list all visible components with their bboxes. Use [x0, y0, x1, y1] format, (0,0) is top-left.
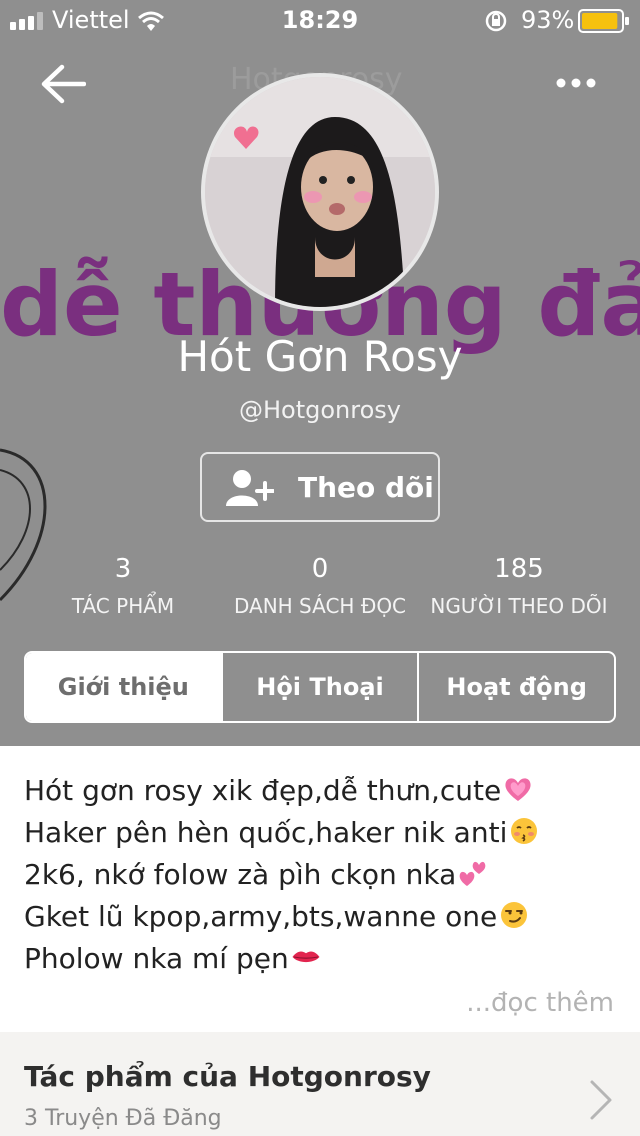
add-user-icon — [226, 470, 274, 506]
battery-percent: 93% — [521, 6, 575, 34]
tab-activity[interactable]: Hoạt động — [417, 653, 614, 721]
lips-emoji-icon — [292, 951, 320, 963]
stat-reading-lists-label: DANH SÁCH ĐỌC — [233, 594, 407, 618]
stat-reading-lists[interactable]: 0 DANH SÁCH ĐỌC — [222, 554, 418, 618]
stat-reading-lists-count: 0 — [311, 554, 329, 584]
orientation-lock-icon — [485, 10, 507, 32]
works-subtitle: 3 Truyện Đã Đăng — [24, 1106, 222, 1131]
two-hearts-emoji-icon — [459, 861, 486, 886]
stat-works[interactable]: 3 TÁC PHẨM — [40, 554, 206, 618]
back-arrow-icon[interactable] — [40, 64, 86, 104]
read-more-link[interactable]: ...đọc thêm — [466, 988, 614, 1018]
stat-followers-count: 185 — [494, 554, 544, 584]
profile-display-name: Hót Gơn Rosy — [177, 332, 463, 381]
follow-button[interactable]: Theo dõi — [200, 452, 440, 522]
status-bar: Viettel 18:29 93% — [0, 0, 640, 40]
stat-works-count: 3 — [114, 554, 132, 584]
works-section[interactable]: Tác phẩm của Hotgonrosy 3 Truyện Đã Đăng — [0, 1032, 640, 1136]
profile-tabs: Giới thiệu Hội Thoại Hoạt động — [24, 651, 616, 723]
follow-button-label: Theo dõi — [298, 471, 434, 504]
profile-handle: @Hotgonrosy — [239, 396, 401, 424]
stat-followers[interactable]: 185 NGƯỜI THEO DÕI — [426, 554, 612, 618]
bio-line: Hót gơn rosy xik đẹp,dễ thưn,cute — [24, 770, 624, 812]
more-options-icon[interactable] — [556, 76, 596, 90]
stat-works-label: TÁC PHẨM — [71, 594, 175, 618]
avatar[interactable] — [201, 73, 439, 311]
kissing-face-emoji-icon — [511, 818, 538, 844]
smirking-face-emoji-icon — [501, 902, 528, 928]
avatar-image — [205, 77, 435, 307]
bio-line: 2k6, nkớ folow zà pìh ckọn nka — [24, 854, 624, 896]
bio-text: Hót gơn rosy xik đẹp,dễ thưn,cute Haker … — [24, 770, 624, 980]
bio-line: Pholow nka mí pẹn — [24, 938, 624, 980]
bio-line: Haker pên hèn quốc,haker nik anti — [24, 812, 624, 854]
profile-header: dễ thương đảm đ Hotgonrosy Viettel 18:29… — [0, 0, 640, 746]
pink-heart-emoji-icon — [505, 778, 531, 801]
battery-level — [582, 13, 618, 29]
stat-followers-label: NGƯỜI THEO DÕI — [430, 594, 608, 618]
tab-conversations[interactable]: Hội Thoại — [220, 653, 418, 721]
bio-line: Gket lũ kpop,army,bts,wanne one — [24, 896, 624, 938]
chevron-right-icon — [590, 1080, 612, 1120]
tab-about[interactable]: Giới thiệu — [26, 653, 221, 721]
battery-icon — [578, 9, 629, 33]
works-title: Tác phẩm của Hotgonrosy — [24, 1060, 431, 1093]
